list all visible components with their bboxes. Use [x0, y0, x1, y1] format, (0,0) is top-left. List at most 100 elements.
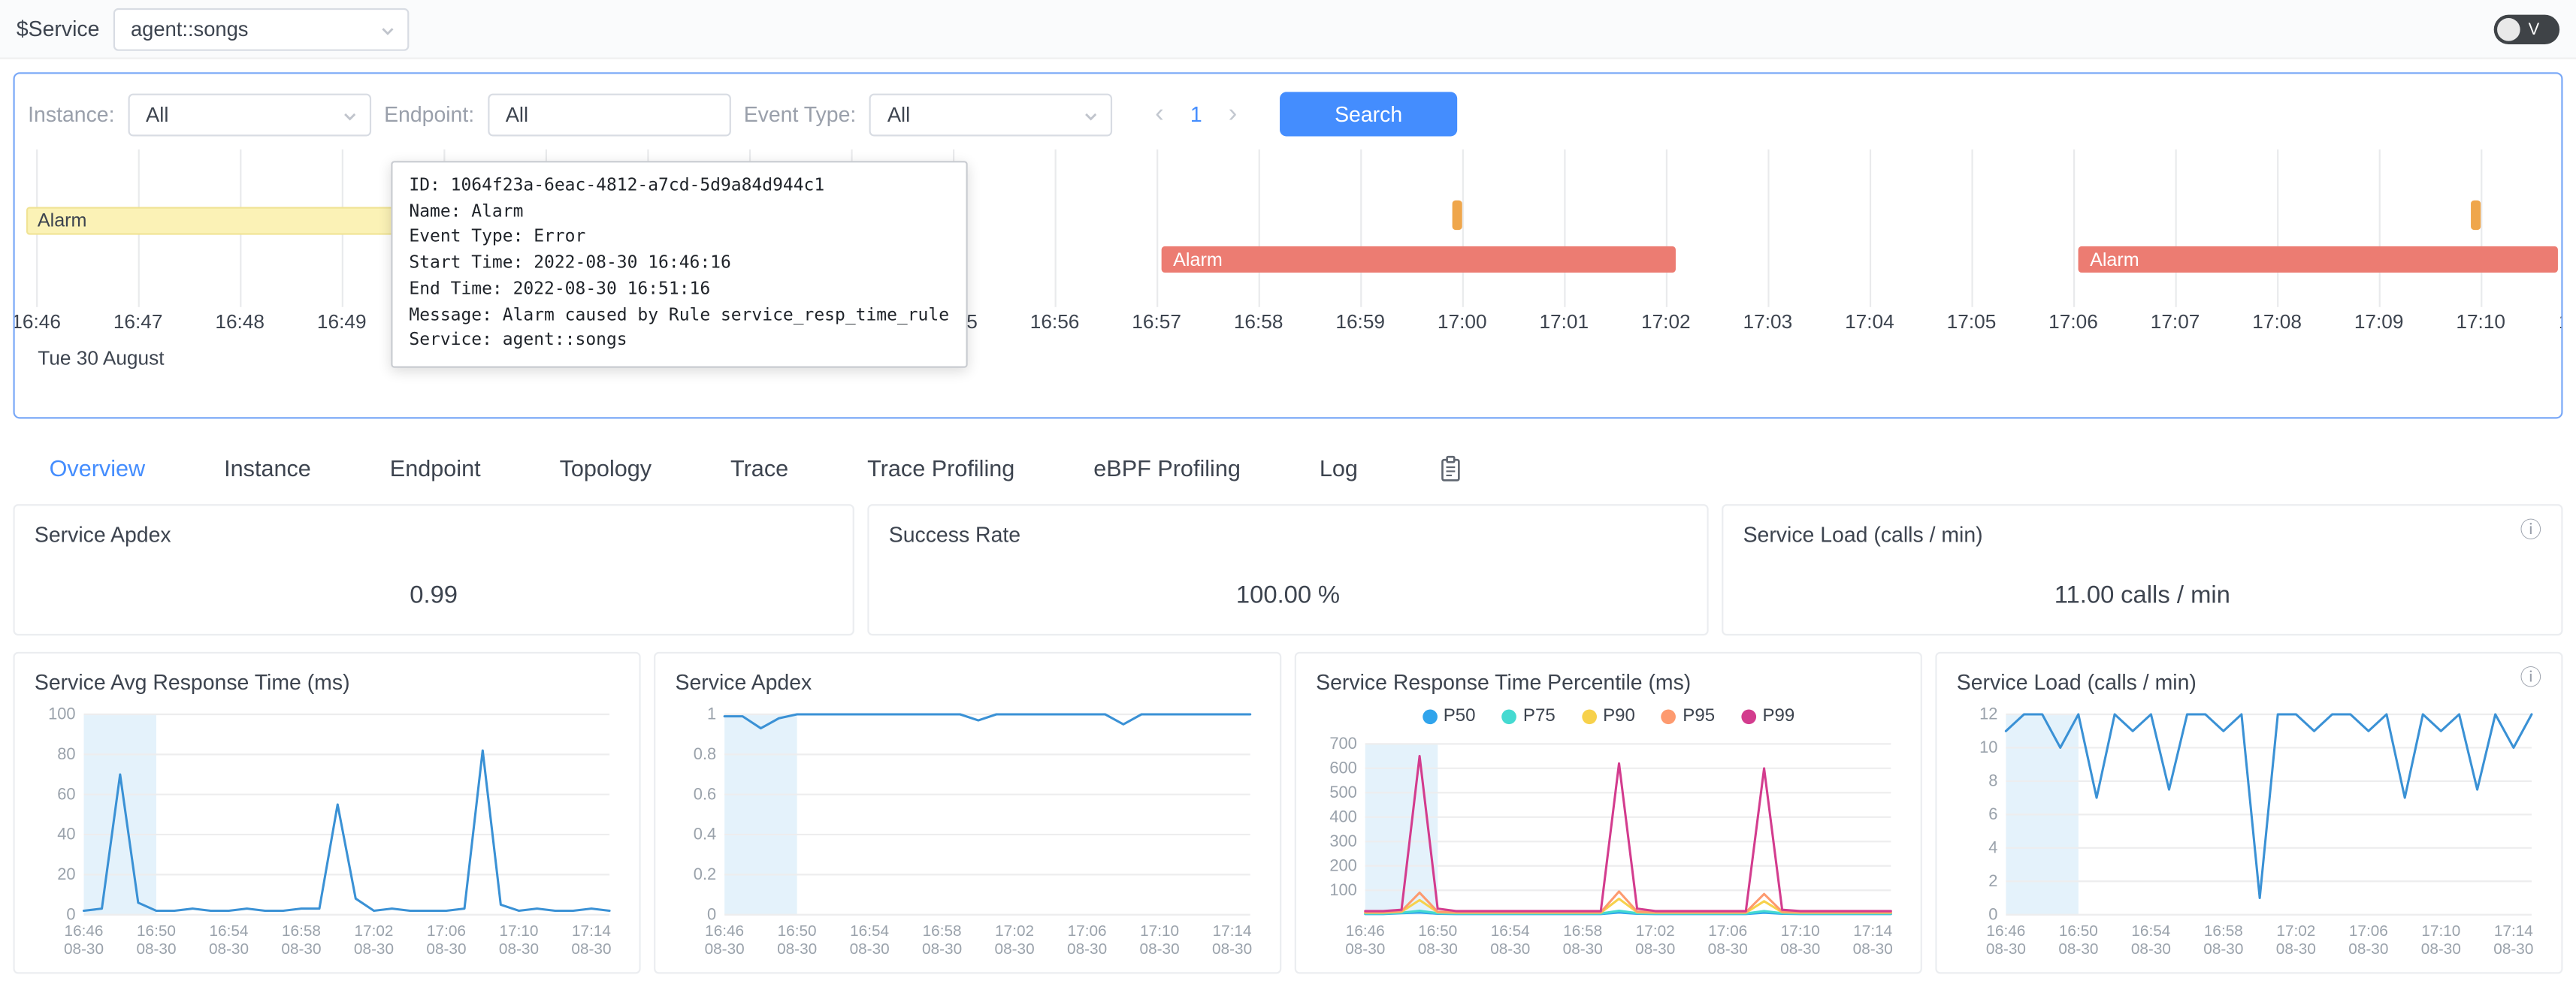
x-tick-time-label: 17:10 [1140, 922, 1179, 940]
chart-area[interactable]: 10020030040050060070016:4608-3016:5008-3… [1309, 731, 1907, 961]
chart-canvas[interactable]: 02468101216:4608-3016:5008-3016:5408-301… [1950, 702, 2548, 961]
axis-tick-label: 16:56 [1030, 310, 1080, 334]
metric-card-1: Service Apdex0.99 [13, 504, 854, 635]
service-select-value: agent::songs [131, 17, 249, 41]
timeline-date-label: Tue 30 August [38, 346, 164, 370]
x-tick-time-label: 17:02 [1636, 922, 1675, 940]
axis-tick-label: 17:09 [2354, 310, 2404, 334]
x-tick-time-label: 16:50 [137, 922, 176, 940]
axis-tick-label: 16:48 [215, 310, 265, 334]
x-tick-date-label: 08-30 [1490, 940, 1530, 958]
prev-page-button[interactable]: ‹ [1155, 101, 1164, 127]
x-tick-date-label: 08-30 [354, 940, 394, 958]
timeline-gridline [2175, 149, 2177, 307]
legend-item-p50[interactable]: P50 [1422, 706, 1475, 726]
x-tick-date-label: 08-30 [1345, 940, 1385, 958]
x-tick-time-label: 16:58 [1563, 922, 1602, 940]
x-tick-time-label: 17:06 [1708, 922, 1747, 940]
x-tick-date-label: 08-30 [850, 940, 890, 958]
tab-trace[interactable]: Trace [730, 455, 788, 481]
y-tick-label: 200 [1329, 856, 1356, 874]
chart-canvas[interactable]: 10020030040050060070016:4608-3016:5008-3… [1309, 731, 1907, 961]
x-tick-time-label: 17:06 [427, 922, 466, 940]
axis-tick-label: 17:11 [2559, 310, 2563, 334]
tab-overview[interactable]: Overview [50, 455, 146, 481]
chart-card-4: Service Load (calls / min)ⓘ02468101216:4… [1935, 652, 2562, 973]
event-bar-alarm[interactable]: Alarm [1162, 246, 1676, 273]
event-point[interactable] [2471, 201, 2481, 230]
chart-canvas[interactable]: 02040608010016:4608-3016:5008-3016:5408-… [28, 702, 626, 961]
clipboard-icon[interactable] [1437, 454, 1463, 481]
axis-tick-label: 16:49 [317, 310, 367, 334]
legend-item-p75[interactable]: P75 [1501, 706, 1555, 726]
instance-select[interactable]: All [128, 93, 371, 136]
chart-card-1: Service Avg Response Time (ms)0204060801… [13, 652, 640, 973]
event-panel: Instance: All Endpoint: All Event Type: … [13, 72, 2562, 418]
chart-area[interactable]: 02040608010016:4608-3016:5008-3016:5408-… [28, 702, 626, 961]
chart-area[interactable]: 00.20.40.60.8116:4608-3016:5008-3016:540… [669, 702, 1267, 961]
tab-log[interactable]: Log [1320, 455, 1358, 481]
x-tick-time-label: 17:10 [2421, 922, 2460, 940]
y-tick-label: 60 [57, 784, 75, 803]
chevron-down-icon [341, 107, 358, 124]
next-page-button[interactable]: › [1229, 101, 1238, 127]
chart-area[interactable]: 02468101216:4608-3016:5008-3016:5408-301… [1950, 702, 2548, 961]
selected-range-highlight [1365, 744, 1438, 914]
y-tick-label: 100 [1329, 880, 1356, 899]
legend-label: P99 [1763, 706, 1795, 726]
series-line-avg-response-time [83, 750, 609, 910]
x-tick-time-label: 17:14 [2494, 922, 2533, 940]
timeline-gridline [1360, 149, 1362, 307]
chart-canvas[interactable]: 00.20.40.60.8116:4608-3016:5008-3016:540… [669, 702, 1267, 961]
event-tooltip: ID: 1064f23a-6eac-4812-a7cd-5d9a84d944c1… [391, 161, 967, 367]
x-tick-date-label: 08-30 [1708, 940, 1748, 958]
chevron-down-icon [379, 23, 395, 39]
y-tick-label: 0 [1988, 904, 1997, 923]
x-tick-date-label: 08-30 [922, 940, 962, 958]
y-tick-label: 8 [1988, 771, 1997, 789]
x-tick-time-label: 17:06 [1068, 922, 1107, 940]
x-tick-date-label: 08-30 [1140, 940, 1180, 958]
tooltip-line-5: End Time: 2022-08-30 16:51:16 [409, 277, 949, 303]
tab-ebpf-profiling[interactable]: eBPF Profiling [1093, 455, 1241, 481]
x-tick-time-label: 17:14 [1853, 922, 1892, 940]
service-select[interactable]: agent::songs [113, 8, 409, 50]
info-icon[interactable]: ⓘ [2520, 667, 2541, 688]
legend-item-p95[interactable]: P95 [1661, 706, 1715, 726]
metric-value-number: 100.00 [1236, 581, 1311, 609]
timeline-gridline [2481, 149, 2482, 307]
timeline-gridline [1870, 149, 1871, 307]
legend-item-p99[interactable]: P99 [1741, 706, 1794, 726]
x-tick-date-label: 08-30 [571, 940, 611, 958]
x-tick-time-label: 16:58 [923, 922, 962, 940]
timeline-gridline [2277, 149, 2278, 307]
x-tick-date-label: 08-30 [2421, 940, 2461, 958]
event-point[interactable] [1452, 201, 1462, 230]
toggle-knob-icon [2497, 18, 2520, 41]
metric-card-value: 11.00calls / min [1723, 581, 2561, 609]
axis-tick-label: 17:05 [1947, 310, 1997, 334]
info-icon[interactable]: ⓘ [2520, 519, 2541, 540]
skywalking-dashboard: $Service agent::songs V Instance: All En… [0, 0, 2576, 987]
selected-range-highlight [724, 714, 797, 915]
legend-label: P50 [1444, 706, 1476, 726]
x-tick-date-label: 08-30 [2058, 940, 2098, 958]
endpoint-input[interactable]: All [488, 93, 731, 136]
endpoint-label: Endpoint: [384, 102, 474, 127]
x-tick-time-label: 17:10 [1781, 922, 1820, 940]
tab-instance[interactable]: Instance [224, 455, 311, 481]
tab-endpoint[interactable]: Endpoint [390, 455, 481, 481]
axis-tick-label: 17:07 [2151, 310, 2200, 334]
legend-item-p90[interactable]: P90 [1582, 706, 1635, 726]
event-type-select[interactable]: All [869, 93, 1113, 136]
axis-tick-label: 17:00 [1438, 310, 1487, 334]
event-bar-alarm[interactable]: Alarm [2079, 246, 2558, 273]
service-label: $Service [17, 17, 100, 41]
tooltip-line-3: Event Type: Error [409, 225, 949, 251]
search-button[interactable]: Search [1280, 92, 1457, 136]
tab-topology[interactable]: Topology [560, 455, 652, 481]
endpoint-input-value: All [506, 103, 528, 126]
version-toggle[interactable]: V [2494, 15, 2559, 44]
x-tick-time-label: 16:46 [1346, 922, 1385, 940]
tab-trace-profiling[interactable]: Trace Profiling [867, 455, 1014, 481]
